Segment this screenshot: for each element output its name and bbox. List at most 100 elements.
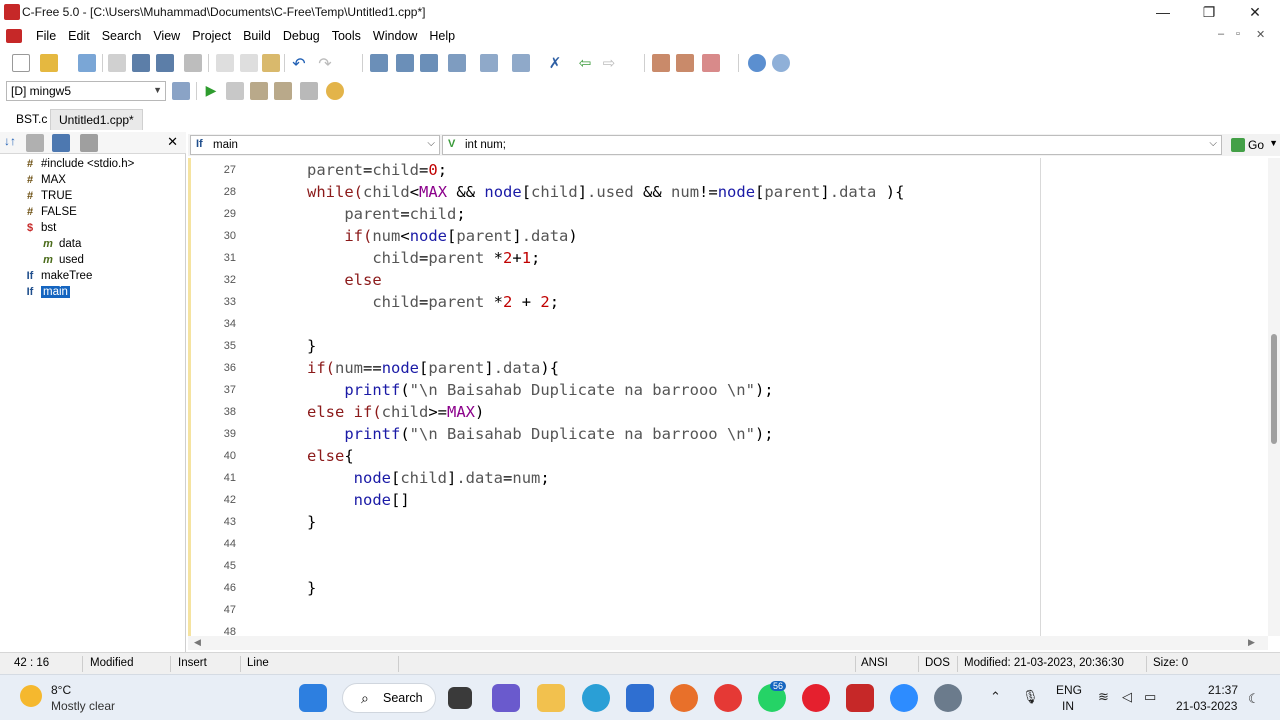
microphone-icon[interactable]: 🎙 bbox=[1022, 689, 1039, 705]
open-project-icon[interactable] bbox=[78, 54, 96, 72]
undo-icon[interactable]: ↶ bbox=[290, 54, 308, 73]
symbol-item[interactable]: # MAX bbox=[24, 172, 66, 188]
horizontal-scrollbar[interactable]: ◀ ▶ bbox=[188, 636, 1268, 650]
symbol-item[interactable]: If makeTree bbox=[24, 268, 93, 284]
weather-icon[interactable] bbox=[20, 685, 42, 707]
replace-icon[interactable] bbox=[420, 54, 438, 72]
mdi-minimize-button[interactable]: – bbox=[1218, 28, 1224, 40]
scroll-left-icon[interactable]: ◀ bbox=[194, 637, 201, 648]
symbol-combo[interactable]: V int num; ⌵ bbox=[442, 135, 1222, 155]
weather-desc[interactable]: Mostly clear bbox=[51, 699, 115, 713]
symbol-item[interactable]: If main bbox=[24, 284, 70, 300]
menu-view[interactable]: View bbox=[147, 29, 186, 43]
run-icon[interactable]: ▶ bbox=[202, 82, 220, 100]
project-new-icon[interactable] bbox=[652, 54, 670, 72]
wifi-icon[interactable]: ≋ bbox=[1098, 689, 1109, 705]
mdi-close-button[interactable]: ✕ bbox=[1256, 28, 1265, 41]
close-icon[interactable]: ✕ bbox=[167, 134, 178, 150]
close-file-icon[interactable] bbox=[108, 54, 126, 72]
symbol-item[interactable]: # #include <stdio.h> bbox=[24, 156, 134, 172]
taskbar-search[interactable]: ⌕ Search bbox=[342, 683, 436, 713]
settings-gear-icon[interactable] bbox=[934, 684, 962, 712]
open-folder-icon[interactable] bbox=[40, 54, 58, 72]
file-view-icon[interactable] bbox=[80, 134, 98, 152]
forward-icon[interactable]: ⇨ bbox=[600, 54, 618, 72]
scroll-right-icon[interactable]: ▶ bbox=[1248, 637, 1255, 648]
compiler-select[interactable]: [D] mingw5 ▼ bbox=[6, 81, 166, 101]
menu-window[interactable]: Window bbox=[367, 29, 423, 43]
sort-icon[interactable]: ↓↑ bbox=[4, 134, 22, 152]
build-icon[interactable] bbox=[274, 82, 292, 100]
symbol-item[interactable]: m data bbox=[42, 236, 81, 252]
go-button[interactable]: Go ▼ bbox=[1228, 135, 1280, 155]
back-icon[interactable]: ⇦ bbox=[576, 54, 594, 72]
menu-edit[interactable]: Edit bbox=[62, 29, 96, 43]
cut-icon[interactable] bbox=[216, 54, 234, 72]
document-icon[interactable] bbox=[6, 29, 22, 43]
new-file-icon[interactable] bbox=[12, 54, 30, 72]
clear-bookmarks-icon[interactable]: ✗ bbox=[546, 54, 564, 72]
speaker-icon[interactable]: ◁ bbox=[1122, 689, 1132, 705]
cfree-taskbar-icon[interactable] bbox=[846, 684, 874, 712]
symbol-item[interactable]: # FALSE bbox=[24, 204, 77, 220]
help-icon[interactable] bbox=[748, 54, 766, 72]
zoom-icon[interactable] bbox=[890, 684, 918, 712]
maximize-button[interactable]: ❐ bbox=[1186, 0, 1232, 24]
info-icon[interactable] bbox=[772, 54, 790, 72]
menu-build[interactable]: Build bbox=[237, 29, 277, 43]
find-in-files-icon[interactable] bbox=[448, 54, 466, 72]
symbol-item[interactable]: $ bst bbox=[24, 220, 56, 236]
tab-bst-c[interactable]: BST.c bbox=[8, 109, 55, 130]
start-icon[interactable] bbox=[299, 684, 327, 712]
scrollbar-thumb[interactable] bbox=[1271, 334, 1277, 444]
menu-project[interactable]: Project bbox=[186, 29, 237, 43]
class-view-icon[interactable] bbox=[52, 134, 70, 152]
find-icon[interactable] bbox=[370, 54, 388, 72]
rebuild-icon[interactable] bbox=[300, 82, 318, 100]
symbol-item[interactable]: # TRUE bbox=[24, 188, 72, 204]
close-button[interactable]: ✕ bbox=[1232, 0, 1278, 24]
symbol-item[interactable]: m used bbox=[42, 252, 84, 268]
menu-tools[interactable]: Tools bbox=[326, 29, 367, 43]
find-next-icon[interactable] bbox=[396, 54, 414, 72]
weather-temp[interactable]: 8°C bbox=[51, 683, 71, 697]
chevron-up-icon[interactable]: ⌃ bbox=[990, 689, 1001, 705]
store-icon[interactable] bbox=[626, 684, 654, 712]
compiler-settings-icon[interactable] bbox=[172, 82, 190, 100]
project-open-icon[interactable] bbox=[676, 54, 694, 72]
clock-date[interactable]: 21-03-2023 bbox=[1176, 699, 1237, 713]
mdi-restore-button[interactable]: ▫ bbox=[1236, 28, 1240, 40]
goto-icon[interactable] bbox=[480, 54, 498, 72]
teams-chat-icon[interactable] bbox=[492, 684, 520, 712]
save-icon[interactable] bbox=[132, 54, 150, 72]
tab-untitled1-cpp[interactable]: Untitled1.cpp* bbox=[50, 109, 143, 130]
minimize-button[interactable]: — bbox=[1140, 0, 1186, 24]
task-view-icon[interactable] bbox=[448, 687, 472, 709]
language-region[interactable]: IN bbox=[1062, 699, 1074, 713]
compile-icon[interactable] bbox=[250, 82, 268, 100]
firefox-icon[interactable] bbox=[670, 684, 698, 712]
group-icon[interactable] bbox=[26, 134, 44, 152]
opera-icon[interactable] bbox=[802, 684, 830, 712]
file-explorer-icon[interactable] bbox=[537, 684, 565, 712]
bookmark-icon[interactable] bbox=[512, 54, 530, 72]
battery-icon[interactable]: ▭ bbox=[1144, 689, 1156, 705]
menu-debug[interactable]: Debug bbox=[277, 29, 326, 43]
menu-file[interactable]: File bbox=[30, 29, 62, 43]
function-combo[interactable]: If main ⌵ bbox=[190, 135, 440, 155]
debug-hand-icon[interactable] bbox=[326, 82, 344, 100]
chrome-icon[interactable] bbox=[714, 684, 742, 712]
save-all-icon[interactable] bbox=[156, 54, 174, 72]
language-code[interactable]: ENG bbox=[1056, 683, 1082, 697]
redo-icon[interactable]: ↷ bbox=[316, 54, 334, 73]
menu-search[interactable]: Search bbox=[96, 29, 148, 43]
copy-icon[interactable] bbox=[240, 54, 258, 72]
stop-icon[interactable] bbox=[226, 82, 244, 100]
edge-icon[interactable] bbox=[582, 684, 610, 712]
moon-icon[interactable]: ☾ bbox=[1248, 691, 1260, 707]
vertical-scrollbar[interactable] bbox=[1268, 158, 1280, 636]
paste-icon[interactable] bbox=[262, 54, 280, 72]
code-editor[interactable]: 27 parent=child=0; 28 while(child<MAX && … bbox=[188, 158, 1268, 636]
project-close-icon[interactable] bbox=[702, 54, 720, 72]
clock-time[interactable]: 21:37 bbox=[1208, 683, 1238, 697]
